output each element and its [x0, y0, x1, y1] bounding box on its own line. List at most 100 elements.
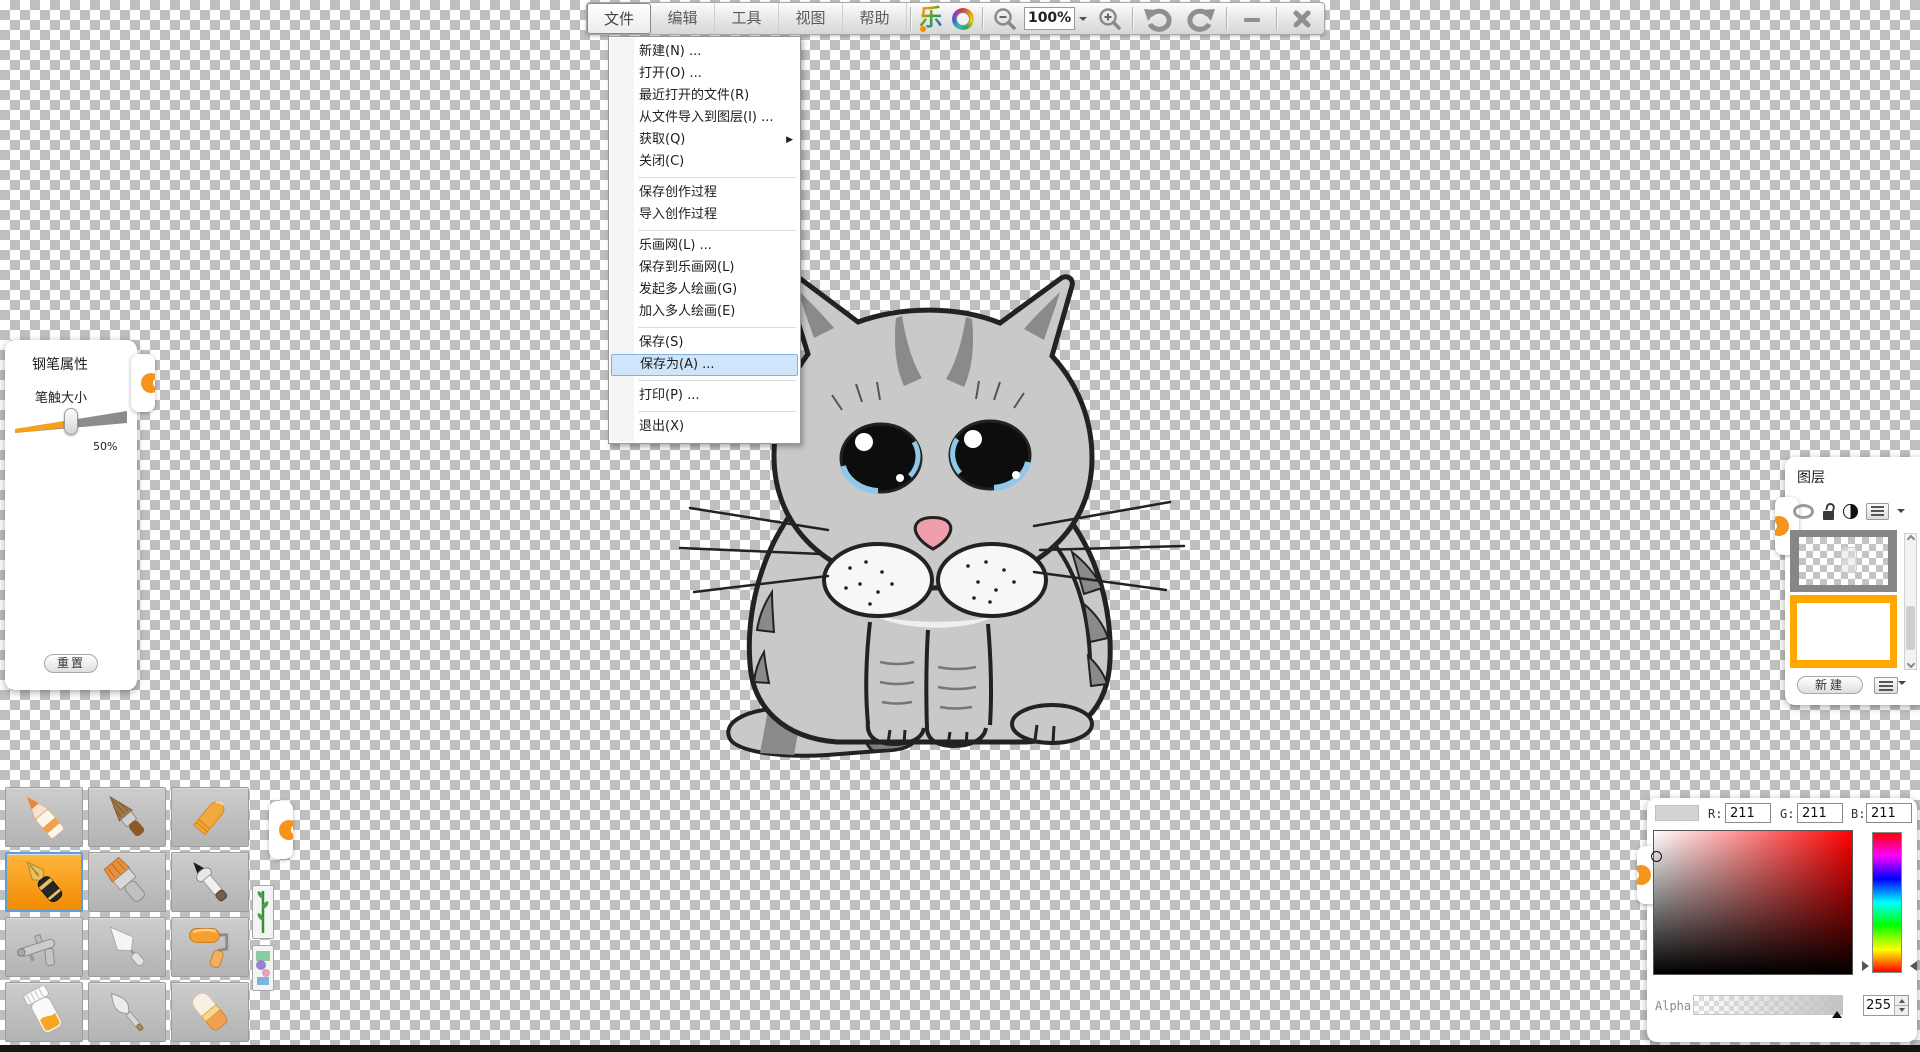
brush-tool-ink-brush[interactable] [171, 852, 249, 912]
wood-brush-icon [93, 791, 161, 843]
g-input[interactable] [1797, 803, 1843, 823]
layer-item-transparent[interactable] [1790, 530, 1897, 592]
zoom-level-value[interactable]: 100% [1024, 7, 1075, 30]
chevron-down-icon[interactable] [1897, 509, 1905, 517]
alpha-slider[interactable] [1693, 995, 1843, 1015]
layer-item-selected[interactable] [1790, 595, 1897, 668]
file-menu-item-start-multi[interactable]: 发起多人绘画(G) [609, 279, 800, 301]
alpha-marker-icon[interactable] [1832, 1006, 1842, 1018]
chevron-down-icon [1079, 17, 1087, 25]
brush-tool-crayon[interactable] [5, 787, 83, 847]
brush-tool-eraser[interactable] [171, 982, 249, 1042]
brush-size-slider[interactable] [15, 408, 127, 436]
paint-bottle-icon [10, 986, 78, 1038]
close-button[interactable] [1280, 3, 1324, 34]
file-menu-item-open[interactable]: 打开(O) ... [609, 63, 800, 85]
hue-bar[interactable] [1872, 832, 1902, 973]
minimize-icon [1240, 7, 1264, 31]
unlock-icon[interactable] [1822, 503, 1835, 520]
layer-menu-button[interactable] [1866, 503, 1889, 520]
menubar-tools[interactable]: 工具 [715, 3, 779, 34]
layers-panel-title: 图层 [1797, 467, 1825, 487]
fountain-pen-icon [10, 856, 78, 908]
file-menu-item-close[interactable]: 关闭(C) [609, 151, 800, 173]
file-menu-item-label: 保存为(A) ... [640, 357, 715, 372]
brush-tool-palette-knife[interactable] [88, 917, 166, 977]
zoom-out-button[interactable] [986, 3, 1024, 34]
file-menu-item-save[interactable]: 保存(S) [609, 332, 800, 354]
scroll-up-icon[interactable] [1906, 535, 1914, 543]
zoom-in-button[interactable] [1091, 3, 1129, 34]
file-menu-item-print[interactable]: 打印(P) ... [609, 385, 800, 407]
layers-options-button[interactable] [1874, 677, 1906, 694]
menubar-file[interactable]: 文件 [587, 3, 651, 34]
spin-down-button[interactable] [1895, 1005, 1908, 1015]
brush-tool-water-brush[interactable] [88, 982, 166, 1042]
file-menu-item-import-to-layer[interactable]: 从文件导入到图层(I) ... [609, 107, 800, 129]
undo-button[interactable] [1136, 3, 1180, 34]
file-menu-item-new[interactable]: 新建(N) ... [609, 41, 800, 63]
hue-marker-right-icon[interactable] [1905, 961, 1917, 971]
lehua-web-button[interactable] [948, 3, 980, 34]
r-input[interactable] [1725, 803, 1771, 823]
flat-brush-icon [93, 856, 161, 908]
minimize-button[interactable] [1230, 3, 1274, 34]
menubar-edit[interactable]: 编辑 [651, 3, 715, 34]
brush-tool-fountain-pen[interactable] [5, 852, 83, 912]
file-menu-item-save-process[interactable]: 保存创作过程 [609, 182, 800, 204]
brush-tool-flat-brush[interactable] [88, 852, 166, 912]
plant-icon [255, 889, 271, 935]
layer-thumbnail [1799, 537, 1888, 585]
file-menu-item-acquire[interactable]: 获取(Q)▶ [609, 129, 800, 151]
file-menu-item-label: 保存到乐画网(L) [639, 260, 734, 275]
brush-size-label: 笔触大小 [35, 387, 87, 406]
undo-icon [1143, 5, 1173, 33]
brush-tool-bullet-crayon[interactable] [171, 787, 249, 847]
hue-marker-left-icon[interactable] [1862, 961, 1874, 971]
plant-brush-button[interactable] [252, 885, 274, 939]
file-menu-item-recent[interactable]: 最近打开的文件(R) [609, 85, 800, 107]
menubar-help[interactable]: 帮助 [843, 3, 907, 34]
panel-collapse-handle[interactable] [131, 354, 155, 412]
texture-image-button[interactable] [252, 945, 274, 991]
layer-visibility-icon[interactable] [1793, 504, 1814, 519]
r-label: R: [1708, 807, 1722, 821]
brush-tool-paint-bottle[interactable] [5, 982, 83, 1042]
slider-handle[interactable] [64, 408, 78, 435]
palette-knife-icon [93, 921, 161, 973]
orange-handle-icon [1637, 865, 1651, 885]
spin-up-button[interactable] [1895, 996, 1908, 1005]
blend-mode-icon[interactable] [1843, 504, 1857, 519]
color-picker-panel: R: G: B: Alpha 255 [1647, 798, 1917, 1042]
file-menu-item-exit[interactable]: 退出(X) [609, 416, 800, 438]
scrollbar-thumb[interactable] [1906, 606, 1915, 650]
file-menu-item-import-process[interactable]: 导入创作过程 [609, 204, 800, 226]
file-menu-item-label: 打开(O) ... [639, 66, 702, 81]
pen-panel-title: 钢笔属性 [32, 354, 88, 374]
pen-properties-panel: 钢笔属性 笔触大小 50% 重置 [5, 340, 137, 690]
file-menu-item-lehua-site[interactable]: 乐画网(L) ... [609, 235, 800, 257]
file-menu-item-join-multi[interactable]: 加入多人绘画(E) [609, 301, 800, 323]
new-layer-button[interactable]: 新建 [1797, 676, 1863, 694]
menubar-view[interactable]: 视图 [779, 3, 843, 34]
lehua-logo-button[interactable]: 乐 [914, 3, 948, 34]
zoom-dropdown-button[interactable] [1075, 3, 1091, 34]
color-cursor[interactable] [1651, 851, 1662, 862]
brush-tool-paint-roller[interactable] [171, 917, 249, 977]
file-menu-separator [638, 327, 796, 328]
reset-button[interactable]: 重置 [44, 654, 98, 673]
toolbar-separator [1132, 7, 1133, 30]
layer-thumbnail [1797, 603, 1890, 660]
saturation-value-box[interactable] [1653, 830, 1853, 975]
brush-tool-wood-brush[interactable] [88, 787, 166, 847]
b-input[interactable] [1866, 803, 1912, 823]
redo-button[interactable] [1179, 3, 1223, 34]
layers-scrollbar[interactable] [1904, 533, 1917, 670]
panel-collapse-handle[interactable] [269, 801, 293, 859]
brush-tool-airbrush[interactable] [5, 917, 83, 977]
app-canvas-background[interactable]: 文件编辑工具视图帮助 乐 100% [0, 0, 1920, 1052]
scroll-down-icon[interactable] [1906, 660, 1914, 668]
file-menu-item-save-as[interactable]: 保存为(A) ... [611, 354, 798, 376]
alpha-value[interactable]: 255 [1864, 996, 1894, 1015]
file-menu-item-save-to-lehua[interactable]: 保存到乐画网(L) [609, 257, 800, 279]
